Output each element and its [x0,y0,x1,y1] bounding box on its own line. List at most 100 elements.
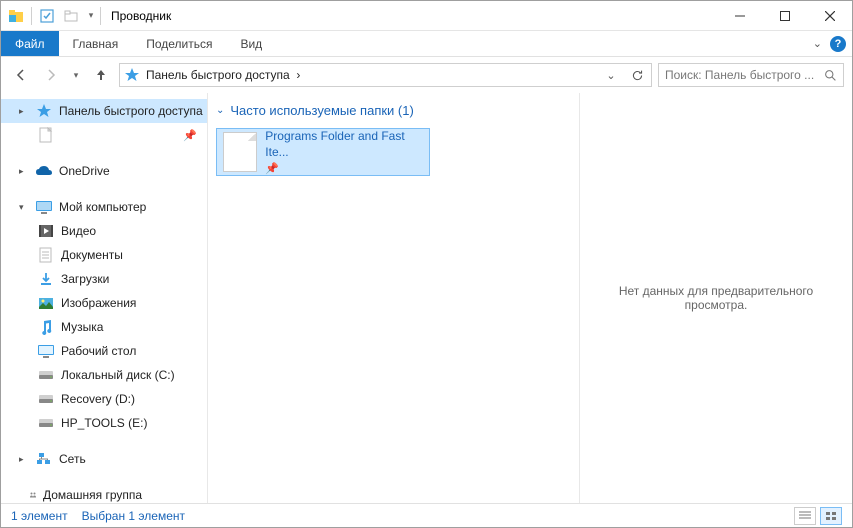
preview-empty-text: Нет данных для предварительного просмотр… [590,284,842,312]
window-title: Проводник [111,9,171,23]
folder-name: Programs Folder and Fast Ite... [265,129,423,160]
close-button[interactable] [807,1,852,30]
sidebar-label: Музыка [61,320,103,334]
help-icon[interactable]: ? [830,36,846,52]
up-button[interactable] [89,63,113,87]
drive-icon [37,414,55,432]
sidebar-label: Видео [61,224,96,238]
sidebar-label: Домашняя группа [43,488,142,502]
view-details-button[interactable] [794,507,816,525]
sidebar-label: Локальный диск (C:) [61,368,175,382]
tab-share[interactable]: Поделиться [132,31,226,56]
homegroup-icon [19,486,37,503]
address-bar[interactable]: Панель быстрого доступа › ⌄ [119,63,652,87]
sidebar-item-recovery[interactable]: Recovery (D:) [1,387,207,411]
downloads-icon [37,270,55,288]
sidebar-item-pinned[interactable]: 📌 [1,123,207,147]
navigation-row: ▾ Панель быстрого доступа › ⌄ Поиск: Пан… [1,57,852,93]
sidebar-item-onedrive[interactable]: ▸ OneDrive [1,159,207,183]
maximize-button[interactable] [762,1,807,30]
video-icon [37,222,55,240]
minimize-button[interactable] [717,1,762,30]
title-bar: ▾ Проводник [1,1,852,31]
sidebar-item-documents[interactable]: Документы [1,243,207,267]
status-bar: 1 элемент Выбран 1 элемент [1,503,852,527]
sidebar-item-pictures[interactable]: Изображения [1,291,207,315]
quick-access-star-icon [124,67,140,83]
search-icon [824,69,837,82]
sidebar-label: Recovery (D:) [61,392,135,406]
drive-icon [37,390,55,408]
pin-icon: 📌 [183,129,197,142]
computer-icon [35,198,53,216]
status-selection: Выбран 1 элемент [82,509,185,523]
sidebar-item-downloads[interactable]: Загрузки [1,267,207,291]
recent-dropdown-icon[interactable]: ▾ [69,63,83,87]
search-input[interactable]: Поиск: Панель быстрого ... [658,63,844,87]
chevron-right-icon: ▸ [19,106,29,117]
star-icon [35,102,53,120]
content-area: ⌄ Часто используемые папки (1) Programs … [208,93,852,503]
ribbon-collapse-icon[interactable]: ⌄ [813,37,822,50]
pin-icon: 📌 [265,162,423,175]
folder-item-selected[interactable]: Programs Folder and Fast Ite... 📌 [216,128,430,176]
sidebar-label: Рабочий стол [61,344,136,358]
sidebar-label: Сеть [59,452,86,466]
search-placeholder: Поиск: Панель быстрого ... [665,68,824,82]
folder-list-pane[interactable]: ⌄ Часто используемые папки (1) Programs … [208,93,580,503]
chevron-right-icon: ▸ [19,166,29,177]
chevron-down-icon: ▾ [19,202,29,213]
sidebar-item-desktop[interactable]: Рабочий стол [1,339,207,363]
chevron-down-icon: ⌄ [216,105,224,116]
desktop-icon [37,342,55,360]
sidebar-item-my-computer[interactable]: ▾ Мой компьютер [1,195,207,219]
qat-properties-icon[interactable] [36,5,58,27]
chevron-right-icon: ▸ [19,454,29,465]
quick-access-toolbar: ▾ [1,5,98,27]
refresh-button[interactable] [627,64,647,86]
address-text: Панель быстрого доступа › [146,68,595,82]
tab-view[interactable]: Вид [226,31,276,56]
window-controls [717,1,852,30]
sidebar-item-quick-access[interactable]: ▸ Панель быстрого доступа [1,99,207,123]
preview-pane: Нет данных для предварительного просмотр… [580,93,852,503]
music-icon [37,318,55,336]
documents-icon [37,246,55,264]
tab-home[interactable]: Главная [59,31,133,56]
sidebar-label: Документы [61,248,123,262]
qat-dropdown-icon[interactable]: ▾ [84,5,98,27]
sidebar-label: Изображения [61,296,136,310]
group-title: Часто используемые папки (1) [230,103,413,118]
sidebar-item-homegroup[interactable]: Домашняя группа [1,483,207,503]
sidebar-label: HP_TOOLS (E:) [61,416,147,430]
sidebar-label: Панель быстрого доступа [59,104,203,118]
back-button[interactable] [9,63,33,87]
file-thumbnail-icon [223,132,257,172]
sidebar-item-music[interactable]: Музыка [1,315,207,339]
drive-icon [37,366,55,384]
sidebar-label: Мой компьютер [59,200,146,214]
tab-file[interactable]: Файл [1,31,59,56]
app-icon[interactable] [5,5,27,27]
pictures-icon [37,294,55,312]
sidebar-item-network[interactable]: ▸ Сеть [1,447,207,471]
view-icons-button[interactable] [820,507,842,525]
qat-newfolder-icon[interactable] [60,5,82,27]
group-header[interactable]: ⌄ Часто используемые папки (1) [216,103,571,118]
sidebar-label: OneDrive [59,164,110,178]
forward-button[interactable] [39,63,63,87]
separator [31,7,32,25]
onedrive-icon [35,162,53,180]
network-icon [35,450,53,468]
status-item-count: 1 элемент [11,509,68,523]
file-icon [37,126,55,144]
navigation-pane: ▸ Панель быстрого доступа 📌 ▸ OneDrive ▾… [1,93,208,503]
address-dropdown-icon[interactable]: ⌄ [601,64,621,86]
sidebar-item-video[interactable]: Видео [1,219,207,243]
sidebar-item-hp-tools[interactable]: HP_TOOLS (E:) [1,411,207,435]
main-area: ▸ Панель быстрого доступа 📌 ▸ OneDrive ▾… [1,93,852,503]
sidebar-label: Загрузки [61,272,109,286]
ribbon-tabs: Файл Главная Поделиться Вид ⌄ ? [1,31,852,57]
sidebar-item-local-c[interactable]: Локальный диск (C:) [1,363,207,387]
separator [100,7,101,25]
